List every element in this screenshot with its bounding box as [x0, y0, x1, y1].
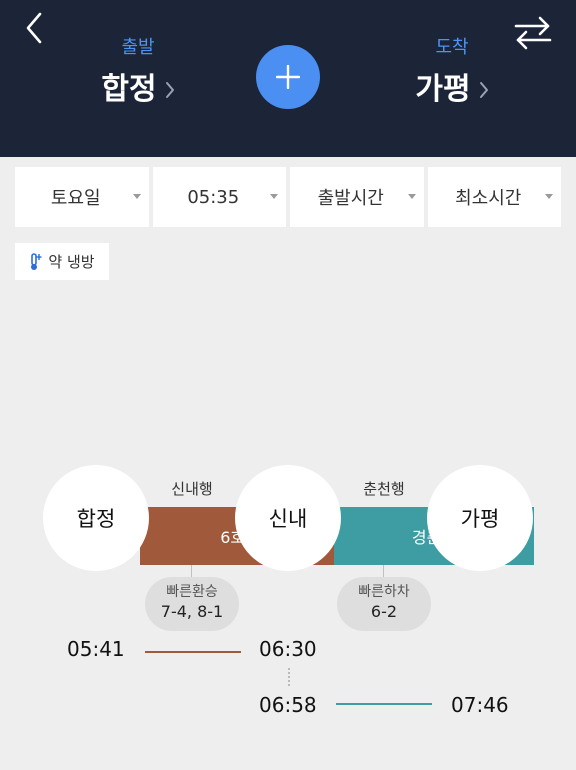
departure-label: 출발	[121, 37, 155, 58]
station-circle-transfer[interactable]: 신내	[235, 465, 341, 571]
aircon-label: 약 냉방	[48, 253, 95, 271]
station-circle-end[interactable]: 가평	[427, 465, 533, 571]
direction-label-line6: 신내행	[171, 480, 213, 498]
sort-select[interactable]: 최소시간	[427, 167, 561, 227]
plus-icon	[276, 65, 300, 89]
route-diagram: 신내행 춘천행 6호선 경춘선 합정 신내 가평 빠른환승 7-4, 8-1 빠…	[0, 465, 576, 770]
time-select-value: 05:35	[187, 186, 240, 208]
station-name: 가평	[460, 507, 500, 531]
leg2-arrival-time: 07:46	[451, 693, 509, 717]
arrival-station-button[interactable]: 가평	[415, 70, 488, 110]
chevron-right-icon	[165, 70, 175, 110]
chevron-right-icon	[479, 70, 489, 110]
time-type-select[interactable]: 출발시간	[290, 167, 424, 227]
leg1-departure-time: 05:41	[67, 637, 125, 661]
dropdown-arrow-icon	[407, 194, 416, 199]
dropdown-arrow-icon	[270, 194, 278, 199]
time-type-select-value: 출발시간	[317, 188, 384, 209]
thermometer-snow-icon	[29, 252, 43, 271]
day-select[interactable]: 토요일	[15, 167, 149, 227]
station-name: 신내	[268, 507, 308, 531]
fast-transfer-tip: 빠른환승 7-4, 8-1	[145, 577, 239, 631]
fast-transfer-title: 빠른환승	[166, 584, 218, 600]
dropdown-arrow-icon	[132, 194, 141, 199]
station-circle-start[interactable]: 합정	[43, 465, 149, 571]
fast-exit-tip: 빠른하차 6-2	[337, 577, 431, 631]
departure-station-button[interactable]: 합정	[101, 70, 174, 110]
back-button[interactable]	[18, 10, 50, 46]
aircon-badge: 약 냉방	[15, 243, 109, 280]
direction-label-gyeongchun: 춘천행	[363, 480, 405, 498]
filter-bar: 토요일 05:35 출발시간 최소시간	[15, 167, 561, 227]
header: 출발 합정 도착 가평	[0, 0, 576, 157]
leg1-arrival-time: 06:30	[259, 637, 317, 661]
arrival-station-name: 가평	[415, 72, 471, 107]
departure-section: 출발 합정	[58, 36, 218, 110]
station-name: 합정	[76, 507, 116, 531]
time-select[interactable]: 05:35	[152, 167, 286, 227]
arrival-section: 도착 가평	[372, 36, 532, 110]
back-arrow-icon	[26, 12, 42, 44]
leg1-timeline	[145, 651, 241, 653]
sort-select-value: 최소시간	[455, 188, 522, 209]
fast-exit-value: 6-2	[370, 602, 398, 621]
fast-exit-title: 빠른하차	[358, 584, 410, 600]
transfer-wait-dots	[288, 668, 290, 686]
leg2-timeline	[336, 703, 432, 705]
fast-transfer-value: 7-4, 8-1	[160, 602, 224, 621]
arrival-label: 도착	[435, 37, 469, 58]
day-select-value: 토요일	[50, 188, 101, 209]
departure-station-name: 합정	[101, 72, 157, 107]
leg2-departure-time: 06:58	[259, 693, 317, 717]
add-waypoint-button[interactable]	[256, 45, 320, 109]
dropdown-arrow-icon	[545, 194, 553, 199]
